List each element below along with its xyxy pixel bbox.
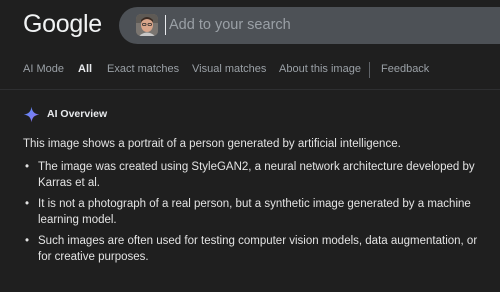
ai-overview-intro: This image shows a portrait of a person … (23, 138, 401, 150)
tabs-divider (369, 62, 370, 78)
list-item: • Such images are often used for testing… (23, 233, 483, 265)
query-image-thumbnail[interactable] (136, 14, 158, 36)
ai-overview-bullets: • The image was created using StyleGAN2,… (23, 159, 483, 265)
ai-overview-title: AI Overview (47, 108, 108, 120)
bullet-dot: • (25, 235, 30, 247)
bullet-dot: • (25, 198, 30, 210)
tab-about-this-image[interactable]: About this image (279, 63, 361, 75)
ai-overview-content: This image shows a portrait of a person … (23, 136, 483, 270)
bullet-text: The image was created using StyleGAN2, a… (38, 161, 475, 189)
bullet-dot: • (25, 161, 30, 173)
results-page: Google AI Mode All Exact matches Visual … (0, 0, 500, 292)
list-item: • The image was created using StyleGAN2,… (23, 159, 483, 191)
search-tabs: AI Mode All Exact matches Visual matches… (0, 60, 500, 84)
bullet-text: Such images are often used for testing c… (38, 235, 478, 263)
tab-all[interactable]: All (78, 63, 92, 75)
header: Google (0, 0, 500, 52)
search-box[interactable] (119, 7, 500, 44)
bullet-text: It is not a photograph of a real person,… (38, 198, 471, 226)
tab-feedback[interactable]: Feedback (381, 63, 429, 75)
tab-visual-matches[interactable]: Visual matches (192, 63, 266, 75)
sparkle-icon (23, 106, 40, 123)
list-item: • It is not a photograph of a real perso… (23, 196, 483, 228)
search-input[interactable] (165, 15, 409, 35)
google-logo[interactable]: Google (23, 9, 102, 39)
face-thumbnail-icon (136, 14, 158, 36)
tabs-divider-line (0, 89, 500, 90)
tab-ai-mode[interactable]: AI Mode (23, 63, 64, 75)
tab-exact-matches[interactable]: Exact matches (107, 63, 179, 75)
